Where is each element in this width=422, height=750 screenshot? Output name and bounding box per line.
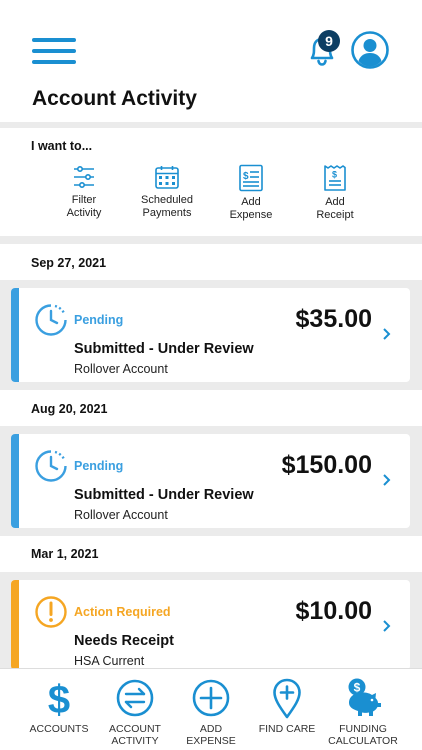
account-name: Rollover Account [74,508,168,522]
piggy-bank-icon: $ [348,678,381,716]
svg-text:$: $ [48,678,70,719]
status-bar [11,580,19,670]
amount: $35.00 [295,305,372,333]
chevron-right-icon [383,328,391,340]
app-header: 9 Account Activity [0,0,422,122]
status-bar [11,434,19,528]
add-receipt-button[interactable]: $ Add Receipt [290,164,380,221]
svg-text:$: $ [243,171,249,182]
tab-add-expense[interactable]: ADD EXPENSE [169,677,253,747]
add-receipt-label: Add Receipt [316,196,354,221]
calendar-icon [155,166,179,189]
tab-label: FUNDING CALCULATOR [328,723,398,747]
account-name: HSA Current [74,654,145,668]
tab-label: ADD EXPENSE [186,723,236,747]
activity-date: Aug 20, 2021 [31,402,108,416]
alert-icon [35,596,67,628]
account-name: Rollover Account [74,362,168,376]
status-label: Pending [74,459,124,473]
receipt-icon: $ [324,165,346,191]
page-title: Account Activity [32,87,197,110]
clock-icon [35,450,67,482]
amount: $10.00 [295,597,372,625]
profile-avatar-icon[interactable] [350,30,390,70]
chevron-right-icon [383,620,391,632]
filter-activity-button[interactable]: Filter Activity [39,164,129,219]
activity-title: Needs Receipt [74,633,174,649]
tab-find-care[interactable]: FIND CARE [245,677,329,735]
clock-icon [35,304,67,336]
tab-funding-calculator[interactable]: $ FUNDING CALCULATOR [321,677,405,747]
tab-label: FIND CARE [258,723,316,735]
add-expense-button[interactable]: $ Add Expense [206,164,296,221]
bottom-tab-bar: $ ACCOUNTS ACCOUNT ACTIVITY ADD EXPENSE … [0,668,422,750]
chevron-right-icon [383,474,391,486]
activity-card[interactable]: Pending $150.00 Submitted - Under Review… [11,434,410,528]
status-label: Action Required [74,605,171,619]
tab-accounts[interactable]: $ ACCOUNTS [17,677,101,735]
activity-title: Submitted - Under Review [74,341,254,357]
document-icon: $ [239,164,263,192]
status-bar [11,288,19,382]
activity-card[interactable]: Pending $35.00 Submitted - Under Review … [11,288,410,382]
scheduled-payments-label: Scheduled Payments [141,194,193,219]
location-pin-icon [273,678,301,719]
sliders-icon [74,165,94,188]
tab-label: ACCOUNTS [29,723,89,735]
menu-icon[interactable] [32,38,76,64]
activity-date: Sep 27, 2021 [31,256,107,270]
notification-badge: 9 [318,30,340,52]
quick-actions-panel: I want to... Filter Activity Scheduled P… [0,128,422,236]
svg-text:$: $ [332,170,337,180]
tab-label: ACCOUNT ACTIVITY [109,723,161,747]
quick-actions-heading: I want to... [31,139,93,153]
tab-account-activity[interactable]: ACCOUNT ACTIVITY [93,677,177,747]
add-expense-label: Add Expense [229,196,273,221]
scheduled-payments-button[interactable]: Scheduled Payments [122,164,212,219]
activity-date: Mar 1, 2021 [31,547,99,561]
dollar-icon: $ [48,678,70,719]
transfer-icon [116,679,154,717]
plus-circle-icon [192,679,230,717]
status-label: Pending [74,313,124,327]
activity-card[interactable]: Action Required $10.00 Needs Receipt HSA… [11,580,410,670]
amount: $150.00 [281,451,372,479]
activity-title: Submitted - Under Review [74,487,254,503]
filter-activity-label: Filter Activity [66,194,102,219]
svg-text:$: $ [354,681,361,695]
